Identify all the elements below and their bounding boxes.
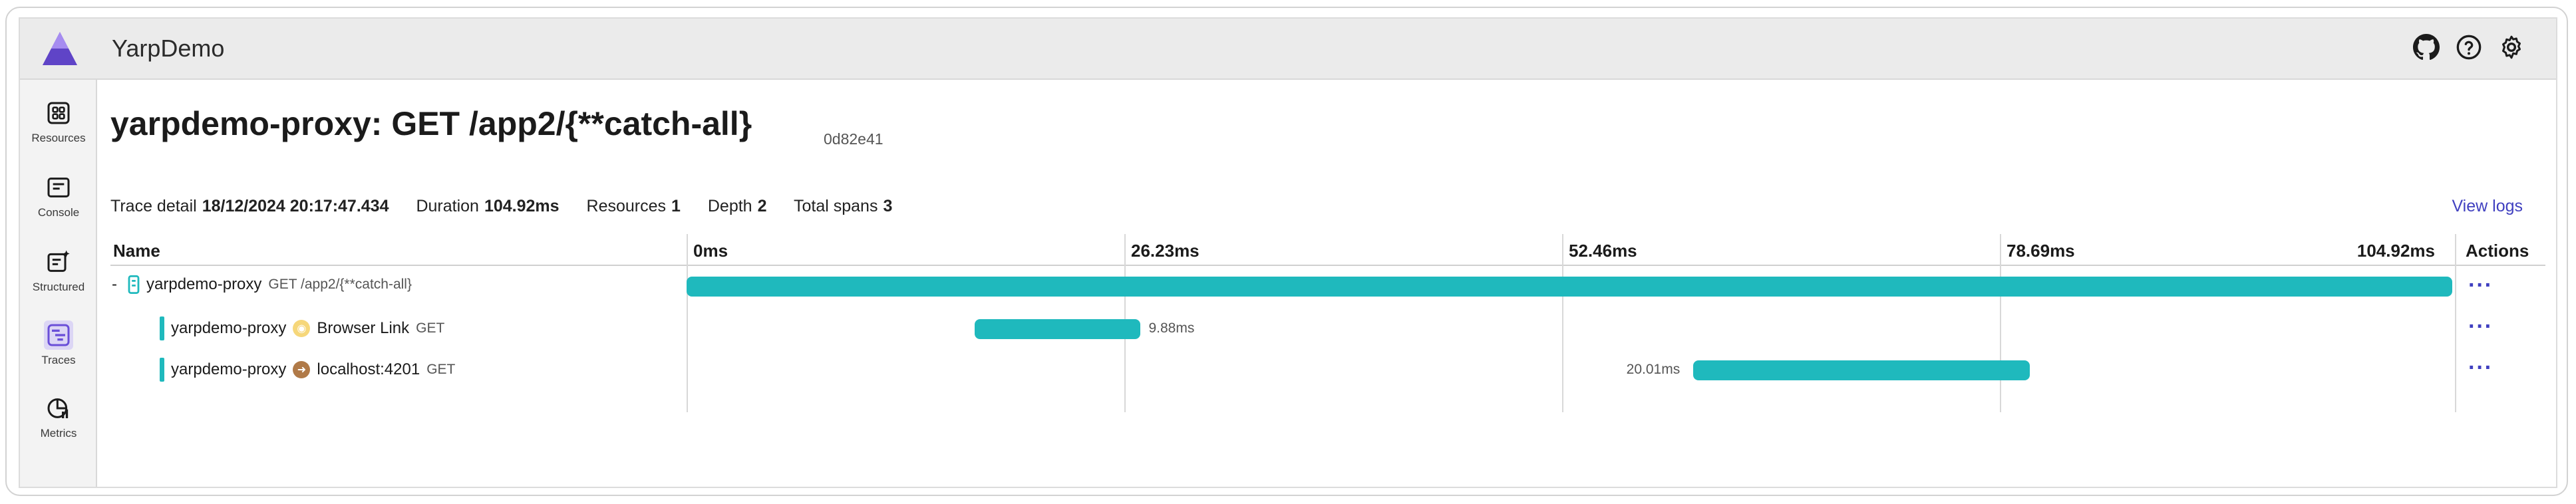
timeline-tick-1: 26.23ms bbox=[1131, 241, 1200, 261]
sidebar-item-structured[interactable]: Structured bbox=[20, 247, 97, 294]
span-duration-label: 20.01ms bbox=[1626, 362, 1681, 377]
span-name-cell: yarpdemo-proxy ◉ Browser Link GET bbox=[160, 316, 444, 340]
browser-link-icon: ◉ bbox=[293, 320, 311, 337]
span-detail: GET /app2/{**catch-all} bbox=[268, 277, 412, 292]
help-icon[interactable] bbox=[2454, 32, 2484, 63]
span-bar[interactable] bbox=[1692, 360, 2030, 380]
span-service: yarpdemo-proxy bbox=[146, 275, 262, 293]
span-method: GET bbox=[426, 362, 456, 377]
app-shell: YarpDemo Resources Console Structured Tr… bbox=[19, 17, 2557, 488]
collapse-toggle[interactable]: - bbox=[112, 275, 121, 294]
app-title: YarpDemo bbox=[112, 35, 225, 62]
page-title: yarpdemo-proxy: GET /app2/{**catch-all} bbox=[110, 105, 752, 142]
trace-summary: Trace detail 18/12/2024 20:17:47.434 Dura… bbox=[110, 197, 915, 216]
aspire-logo-icon[interactable] bbox=[39, 28, 81, 70]
top-icons bbox=[2411, 32, 2527, 63]
settings-icon[interactable] bbox=[2496, 32, 2527, 63]
span-actions-button[interactable]: ··· bbox=[2468, 356, 2493, 379]
sidebar-item-label: Metrics bbox=[40, 427, 77, 440]
sidebar-item-traces[interactable]: Traces bbox=[20, 320, 97, 367]
span-row[interactable]: yarpdemo-proxy ➜ localhost:4201 GET 20.0… bbox=[110, 348, 2545, 390]
span-service: yarpdemo-proxy bbox=[171, 360, 287, 378]
trace-table: Name 0ms 26.23ms 52.46ms 78.69ms 104.92m… bbox=[110, 234, 2545, 412]
span-name-cell: yarpdemo-proxy ➜ localhost:4201 GET bbox=[160, 358, 455, 382]
name-column-header[interactable]: Name bbox=[113, 241, 160, 261]
total-spans-value: 3 bbox=[883, 197, 893, 215]
timeline-tick-0: 0ms bbox=[693, 241, 728, 261]
view-logs-link[interactable]: View logs bbox=[2452, 197, 2523, 216]
sidebar-item-console[interactable]: Console bbox=[20, 173, 97, 219]
server-icon bbox=[128, 275, 140, 294]
sidebar-item-label: Structured bbox=[32, 281, 85, 293]
actions-column-header: Actions bbox=[2466, 241, 2529, 261]
outgoing-request-icon: ➜ bbox=[293, 361, 311, 378]
sidebar-item-label: Console bbox=[37, 206, 80, 219]
github-icon[interactable] bbox=[2411, 32, 2442, 63]
main-content: yarpdemo-proxy: GET /app2/{**catch-all} … bbox=[98, 80, 2556, 487]
sidebar-item-label: Resources bbox=[31, 132, 86, 144]
span-row[interactable]: yarpdemo-proxy ◉ Browser Link GET 9.88ms… bbox=[110, 307, 2545, 348]
span-actions-button[interactable]: ··· bbox=[2468, 315, 2493, 338]
trace-id: 0d82e41 bbox=[824, 130, 884, 148]
timeline-tick-4: 104.92ms bbox=[2356, 241, 2435, 261]
trace-detail-label: Trace detail bbox=[110, 197, 197, 215]
metrics-icon bbox=[44, 394, 73, 423]
timeline-tick-2: 52.46ms bbox=[1569, 241, 1637, 261]
span-peer: Browser Link bbox=[317, 319, 410, 337]
duration-label: Duration bbox=[416, 197, 479, 215]
structured-icon bbox=[44, 247, 73, 277]
span-bar[interactable] bbox=[974, 319, 1141, 339]
span-method: GET bbox=[416, 320, 445, 336]
span-actions-button[interactable]: ··· bbox=[2468, 274, 2493, 297]
trace-detail-value: 18/12/2024 20:17:47.434 bbox=[202, 197, 389, 215]
span-service: yarpdemo-proxy bbox=[171, 319, 287, 337]
sidebar: Resources Console Structured Traces Metr… bbox=[20, 80, 97, 487]
service-color-marker bbox=[160, 358, 164, 382]
service-color-marker bbox=[160, 316, 164, 340]
sidebar-item-label: Traces bbox=[41, 354, 76, 366]
resources-icon bbox=[44, 98, 73, 128]
table-header: Name 0ms 26.23ms 52.46ms 78.69ms 104.92m… bbox=[110, 234, 2545, 266]
depth-label: Depth bbox=[707, 197, 752, 215]
span-bar[interactable] bbox=[687, 277, 2452, 297]
sidebar-item-resources[interactable]: Resources bbox=[20, 98, 97, 145]
top-bar: YarpDemo bbox=[20, 19, 2556, 80]
resources-value: 1 bbox=[671, 197, 681, 215]
duration-value: 104.92ms bbox=[484, 197, 560, 215]
span-peer: localhost:4201 bbox=[317, 360, 420, 378]
traces-icon bbox=[44, 320, 73, 350]
depth-value: 2 bbox=[757, 197, 767, 215]
total-spans-label: Total spans bbox=[794, 197, 878, 215]
span-name-cell: - yarpdemo-proxy GET /app2/{**catch-all} bbox=[112, 275, 412, 294]
resources-label: Resources bbox=[586, 197, 667, 215]
console-icon bbox=[44, 173, 73, 202]
sidebar-item-metrics[interactable]: Metrics bbox=[20, 394, 97, 440]
timeline-tick-3: 78.69ms bbox=[2007, 241, 2075, 261]
span-row[interactable]: - yarpdemo-proxy GET /app2/{**catch-all}… bbox=[110, 266, 2545, 307]
span-duration-label: 9.88ms bbox=[1148, 320, 1195, 336]
